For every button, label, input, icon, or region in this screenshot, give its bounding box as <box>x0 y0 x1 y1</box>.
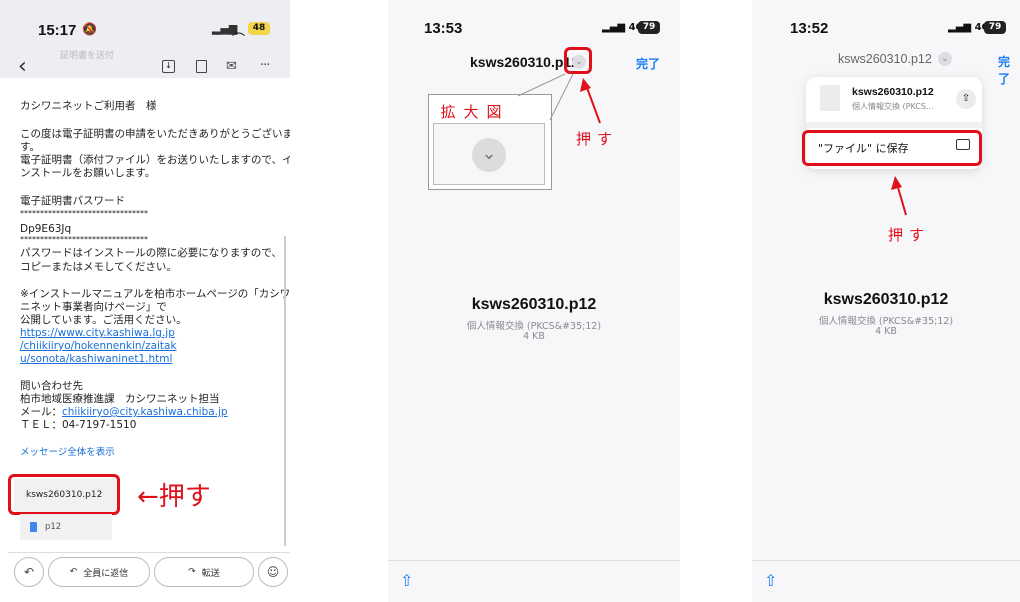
mail-line: パスワードはインストールの際に必要になりますので、 <box>20 247 282 259</box>
file-type: 個人情報交換 (PKCS&#35;12) <box>466 321 602 332</box>
status-bar: 15:17 🔕 ▂▄▆ ︵ 48 証明書を送付 ‹ ↓ ✉ ··· <box>0 0 290 78</box>
mail-line: 電子証明書パスワード <box>20 195 125 207</box>
archive-icon[interactable]: ↓ <box>162 60 175 73</box>
mail-line: ******************************** <box>20 235 148 244</box>
forward-icon: ↷ <box>188 567 196 577</box>
more-icon[interactable]: ··· <box>260 58 270 73</box>
manual-link[interactable]: u/sonota/kashiwaninet1.html <box>20 352 172 366</box>
file-size: 4 KB <box>875 326 897 337</box>
mail-line: す。 <box>20 141 40 153</box>
battery-indicator: 48 <box>248 22 270 35</box>
reply-all-label: 全員に返信 <box>83 568 129 579</box>
reply-all-icon: ↶ <box>69 567 78 577</box>
mark-unread-icon[interactable]: ✉ <box>226 59 237 74</box>
mail-line: この度は電子証明書の申請をいただきありがとうございま <box>20 128 290 140</box>
mail-line: コピーまたはメモしてください。 <box>20 261 177 273</box>
forward-button[interactable]: ↷ 転送 <box>154 557 254 587</box>
emoji-icon: ☺ <box>266 565 280 579</box>
wifi-icon: ︵ <box>232 24 246 39</box>
bell-off-icon: 🔕 <box>82 22 97 36</box>
mail-label: メール： <box>20 406 62 418</box>
manual-link[interactable]: https://www.city.kashiwa.lg.jp <box>20 326 175 340</box>
press-label: 押す <box>576 130 619 148</box>
mail-address-link[interactable]: chiikiiryo@city.kashiwa.chiba.jp <box>62 406 228 418</box>
contact-mail: メール：chiikiiryo@city.kashiwa.chiba.jp <box>20 405 228 419</box>
reply-button[interactable]: ↶ <box>14 557 44 587</box>
press-label: 押す <box>888 226 931 244</box>
highlight-box <box>8 474 120 515</box>
file-size: 4 KB <box>523 331 545 342</box>
bottom-toolbar: ⇧ <box>388 560 680 602</box>
mail-line: 公開しています。ご活用ください。 <box>20 314 187 326</box>
contact-title: 問い合わせ先 <box>20 380 83 392</box>
file-name: ksws260310.p12 <box>823 291 949 308</box>
file-type: 個人情報交換 (PKCS&#35;12) <box>818 316 954 327</box>
file-icon <box>30 522 37 532</box>
status-time: 15:17 <box>38 22 77 39</box>
reply-all-button[interactable]: ↶ 全員に返信 <box>48 557 150 587</box>
blurred-subject: 証明書を送付 <box>60 51 115 61</box>
press-annotation: ←押す <box>137 482 211 512</box>
mail-line: ンストールをお願いします。 <box>20 167 156 179</box>
callout-lines <box>517 73 601 124</box>
mail-line: ※インストールマニュアルを柏市ホームページの「カシワ <box>20 288 290 300</box>
mail-line: カシワニネットご利用者 様 <box>20 100 157 112</box>
mail-line: ******************************** <box>20 209 148 218</box>
file-name: ksws260310.p12 <box>471 296 597 313</box>
file-preview-screen: 13:53 ▂▄▆ 4G 79 ksws260310.p12 ⌄ 完了 拡大図 … <box>388 0 680 602</box>
contact-tel: ＴＥＬ：04-7197-1510 <box>20 419 137 431</box>
mail-line: 電子証明書（添付ファイル）をお送りいたしますので、イ <box>20 154 290 166</box>
bottom-toolbar: ⇧ <box>752 560 1020 602</box>
manual-link[interactable]: /chiikiiryo/hokennenkin/zaitak <box>20 339 177 353</box>
emoji-button[interactable]: ☺ <box>258 557 288 587</box>
reply-icon: ↶ <box>23 565 35 579</box>
arrow-annotation <box>891 176 907 216</box>
share-icon[interactable]: ⇧ <box>400 571 413 590</box>
share-icon[interactable]: ⇧ <box>764 571 777 590</box>
mail-screen: 15:17 🔕 ▂▄▆ ︵ 48 証明書を送付 ‹ ↓ ✉ ··· カシワニネッ… <box>0 0 290 602</box>
back-icon[interactable]: ‹ <box>18 56 27 78</box>
mail-line: ニネット事業者向けページ」で <box>20 301 167 313</box>
scrollbar[interactable] <box>284 236 286 546</box>
contact-dept: 柏市地域医療推進課 カシワニネット担当 <box>20 393 220 405</box>
file-menu-screen: 13:52 ▂▄▆ 4G 79 ksws260310.p12 ⌄ 完了 ksws… <box>752 0 1020 602</box>
show-all-link[interactable]: メッセージ全体を表示 <box>20 446 115 460</box>
divider <box>8 552 290 553</box>
trash-icon[interactable] <box>196 60 207 73</box>
attachment-type: p12 <box>45 522 62 532</box>
attachment-type-chip: p12 <box>20 514 112 540</box>
forward-label: 転送 <box>201 568 220 579</box>
